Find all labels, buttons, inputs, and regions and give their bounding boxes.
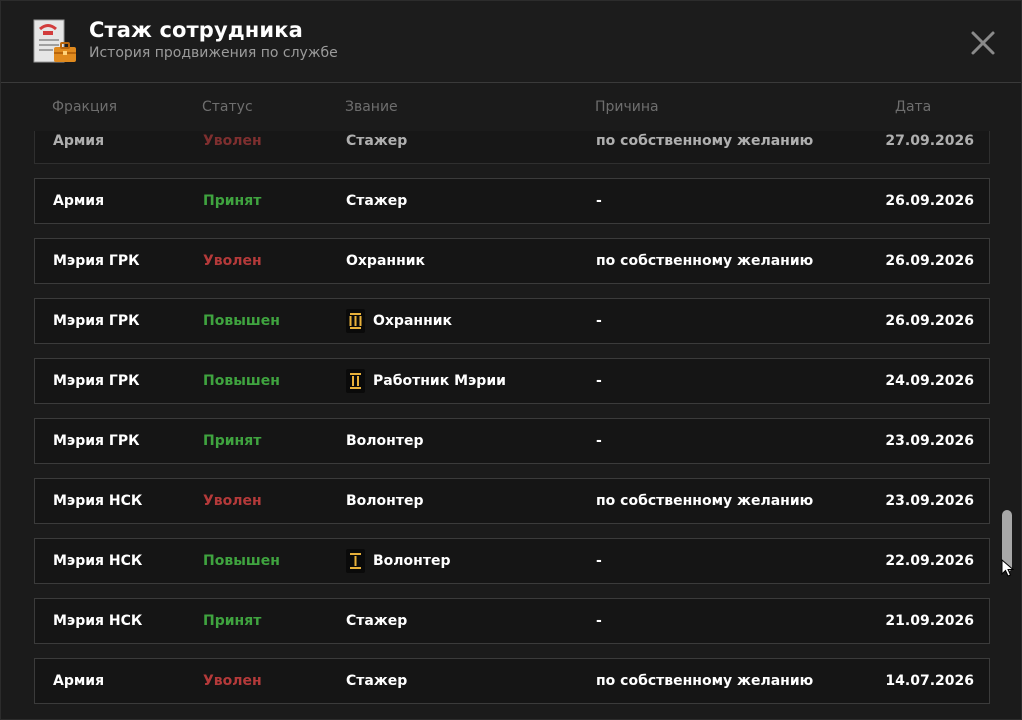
close-icon [971, 31, 995, 55]
column-date: Дата [895, 99, 932, 115]
row-rank-label: Стажер [346, 133, 408, 149]
row-date: 23.09.2026 [885, 433, 974, 449]
row-faction: Мэрия ГРК [53, 253, 140, 269]
row-date: 14.07.2026 [885, 673, 974, 689]
column-rank: Звание [345, 99, 398, 115]
row-reason: - [596, 433, 602, 449]
row-status: Принят [203, 193, 262, 209]
table-row: Мэрия НСК Принят Стажер - 21.09.2026 [34, 598, 990, 644]
rank-bars-1-icon [346, 549, 365, 573]
row-faction: Армия [53, 193, 105, 209]
row-rank: Стажер [346, 179, 407, 223]
row-reason: по собственному желанию [596, 133, 814, 149]
row-reason: по собственному желанию [596, 493, 814, 509]
rank-bars-3-icon [346, 309, 365, 333]
row-status: Уволен [203, 673, 262, 689]
row-date: 21.09.2026 [885, 613, 974, 629]
row-rank: Охранник [346, 299, 452, 343]
row-status: Принят [203, 613, 262, 629]
row-date: 26.09.2026 [885, 193, 974, 209]
table-row: Армия Уволен Стажер по собственному желанию… [34, 658, 990, 704]
page-subtitle: История продвижения по службе [89, 45, 338, 61]
seniority-window: Стаж сотрудника История продвижения по с… [0, 0, 1022, 720]
row-rank-label: Волонтер [346, 493, 424, 509]
column-reason: Причина [595, 99, 659, 115]
rank-bars-2-icon [346, 369, 365, 393]
close-button[interactable] [967, 27, 999, 59]
row-rank-label: Охранник [346, 253, 426, 269]
row-reason: - [596, 193, 602, 209]
table-row: Мэрия ГРК Уволен Охранник по собственному ж… [34, 238, 990, 284]
row-date: 22.09.2026 [885, 553, 974, 569]
row-date: 26.09.2026 [885, 313, 974, 329]
table-row: Мэрия ГРК Повышен Охранник - 26.09.2026 [34, 298, 990, 344]
row-status: Уволен [203, 133, 262, 149]
row-date: 27.09.2026 [885, 133, 974, 149]
table-row: Мэрия НСК Уволен Волонтер по собственному ж… [34, 478, 990, 524]
row-rank: Волонтер [346, 419, 423, 463]
table-row: Мэрия НСК Повышен Волонтер - 22.09.2026 [34, 538, 990, 584]
row-faction: Армия [53, 673, 105, 689]
row-rank-label: Волонтер [373, 553, 451, 569]
row-rank: Волонтер [346, 479, 423, 523]
row-rank-label: Работник Мэрии [373, 373, 506, 389]
row-reason: по собственному желанию [596, 673, 814, 689]
row-rank: Охранник [346, 239, 425, 283]
row-rank-label: Стажер [346, 613, 408, 629]
table-row: Армия Уволен Стажер по собственному желанию… [34, 131, 990, 164]
row-status: Уволен [203, 253, 262, 269]
row-rank-label: Охранник [373, 313, 453, 329]
row-rank-label: Стажер [346, 193, 408, 209]
row-status: Повышен [203, 313, 280, 329]
row-rank: Стажер [346, 131, 407, 163]
row-reason: - [596, 553, 602, 569]
window-header: Стаж сотрудника История продвижения по с… [1, 1, 1021, 83]
column-status: Статус [202, 99, 253, 115]
row-reason: по собственному желанию [596, 253, 814, 269]
employee-record-icon [33, 19, 76, 63]
row-status: Уволен [203, 493, 262, 509]
table-row: Армия Принят Стажер - 26.09.2026 [34, 178, 990, 224]
row-rank: Стажер [346, 659, 407, 703]
row-date: 26.09.2026 [885, 253, 974, 269]
row-rank: Волонтер [346, 539, 450, 583]
row-date: 23.09.2026 [885, 493, 974, 509]
page-title: Стаж сотрудника [89, 18, 303, 42]
history-list[interactable]: Армия Уволен Стажер по собственному желанию… [1, 131, 1021, 719]
row-rank-label: Волонтер [346, 433, 424, 449]
row-faction: Мэрия НСК [53, 613, 143, 629]
row-reason: - [596, 613, 602, 629]
row-reason: - [596, 313, 602, 329]
row-faction: Мэрия ГРК [53, 373, 140, 389]
row-rank-label: Стажер [346, 673, 408, 689]
row-reason: - [596, 373, 602, 389]
row-date: 24.09.2026 [885, 373, 974, 389]
table-row: Мэрия ГРК Повышен Работник Мэрии - 24.09.202… [34, 358, 990, 404]
row-rank: Стажер [346, 599, 407, 643]
row-faction: Мэрия ГРК [53, 433, 140, 449]
row-rank: Работник Мэрии [346, 359, 506, 403]
table-header: Фракция Статус Звание Причина Дата [1, 83, 1021, 131]
row-status: Повышен [203, 373, 280, 389]
mouse-cursor-icon [1001, 559, 1015, 577]
row-faction: Мэрия НСК [53, 493, 143, 509]
row-status: Принят [203, 433, 262, 449]
row-faction: Мэрия ГРК [53, 313, 140, 329]
column-faction: Фракция [52, 99, 118, 115]
row-faction: Армия [53, 133, 105, 149]
row-faction: Мэрия НСК [53, 553, 143, 569]
table-row: Мэрия ГРК Принят Волонтер - 23.09.2026 [34, 418, 990, 464]
row-status: Повышен [203, 553, 280, 569]
